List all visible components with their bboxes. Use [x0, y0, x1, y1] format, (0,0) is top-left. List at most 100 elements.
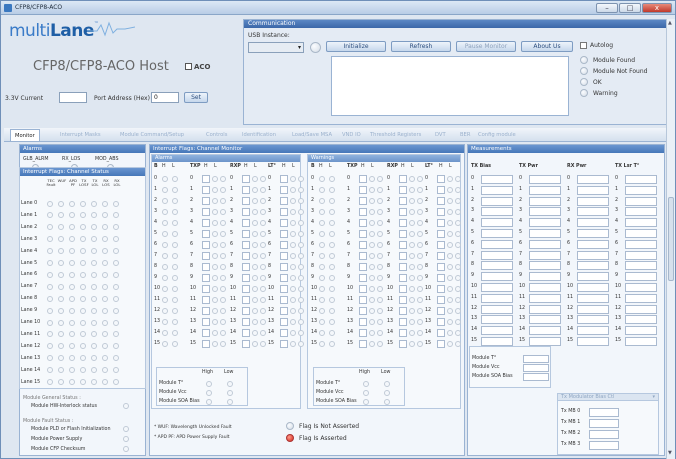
alarm-row-box: [202, 307, 210, 315]
scrollbar-thumb[interactable]: [668, 197, 674, 281]
measurement-value-field: [577, 261, 609, 271]
autolog-checkbox[interactable]: [580, 42, 587, 49]
alarm-led: [212, 308, 218, 314]
warning-row-label: 4: [387, 220, 391, 225]
alarm-led: [220, 319, 226, 325]
aco-checkbox[interactable]: [185, 63, 192, 70]
alarm-led: [162, 220, 168, 226]
close-button[interactable]: x: [642, 3, 672, 13]
channel-status-led: [47, 319, 53, 326]
warning-row-box: [437, 241, 445, 249]
alarm-row-box: [202, 230, 210, 238]
tab-ber[interactable]: BER: [460, 129, 470, 141]
alarm-led: [162, 198, 168, 204]
pause-monitor-button[interactable]: Pause Monitor: [456, 41, 516, 52]
alarm-led: [172, 220, 178, 226]
maximize-button[interactable]: □: [619, 3, 641, 13]
about-us-button[interactable]: About Us: [521, 41, 573, 52]
warning-led: [409, 297, 415, 303]
measurement-row-label: 6: [519, 240, 523, 246]
measurement-value-field: [481, 337, 513, 346]
chevron-down-icon: ▾: [652, 394, 655, 400]
alarm-row-label: 11: [154, 297, 161, 302]
alarm-led: [252, 308, 258, 314]
tab-monitor[interactable]: Monitor: [10, 129, 40, 141]
tab-load-save-msa[interactable]: Load/Save MSA: [292, 129, 332, 141]
warning-led: [369, 297, 375, 303]
tab-config-module[interactable]: Config module: [478, 129, 516, 141]
tab-identification[interactable]: Identification: [242, 129, 276, 141]
warning-row-label: 10: [387, 286, 394, 291]
warning-led: [329, 330, 335, 336]
tx-mb-field[interactable]: [589, 408, 619, 417]
tab-vnd-io[interactable]: VND IO: [342, 129, 361, 141]
channel-status-led: [69, 260, 75, 266]
alarm-led: [172, 341, 178, 347]
tx-mb-field[interactable]: [589, 430, 619, 439]
warning-led: [409, 198, 415, 204]
measurement-value-field: [577, 272, 609, 282]
measurement-value-field: [481, 261, 513, 271]
warning-row-label: 3: [387, 209, 391, 214]
alarm-led: [162, 209, 168, 215]
module-not-found-label: Module Not Found: [593, 68, 648, 75]
alarm-row-box: [280, 208, 288, 216]
warning-led: [377, 231, 383, 237]
alarm-led: [260, 187, 266, 193]
module-not-found-led: [580, 67, 588, 75]
tx-modulator-bias-select[interactable]: Tx Modulator Bias Ctl ▾: [558, 394, 658, 401]
refresh-button[interactable]: Refresh: [391, 41, 451, 52]
channel-status-led: [69, 200, 75, 207]
measurement-row-label: 8: [615, 262, 619, 268]
tab-controls[interactable]: Controls: [206, 129, 227, 141]
current-field[interactable]: [59, 92, 87, 103]
tx-mb-field[interactable]: [589, 419, 619, 428]
alarm-row-box: [202, 274, 210, 282]
scroll-up-icon[interactable]: ▲: [668, 20, 674, 26]
alarm-label: MOD_ABS: [95, 157, 119, 162]
tab-interrupt-masks[interactable]: Interrupt Masks: [60, 129, 101, 141]
alarm-led: [298, 275, 304, 281]
set-button[interactable]: Set: [184, 92, 208, 103]
warning-row-box: [437, 329, 445, 337]
scroll-down-icon[interactable]: ▼: [668, 450, 674, 456]
alarm-led: [298, 319, 304, 325]
port-address-field[interactable]: 0: [151, 92, 179, 103]
warning-led: [455, 330, 461, 336]
alarm-led: [290, 198, 296, 204]
measurement-value-field: [625, 315, 657, 325]
channel-monitor-header: Interrupt Flags: Channel Monitor: [150, 145, 464, 153]
warning-led: [329, 242, 335, 248]
channel-status-column-header: WUF: [57, 178, 67, 183]
warning-hl-label: H: [401, 164, 405, 169]
alarm-led: [290, 242, 296, 248]
warning-led: [377, 341, 383, 347]
alarm-row-label: 5: [268, 231, 272, 236]
warning-led: [329, 253, 335, 259]
channel-status-header: Interrupt Flags: Channel Status: [20, 168, 145, 176]
tab-dvt[interactable]: DVT: [435, 129, 446, 141]
alarm-led: [172, 330, 178, 336]
measurement-column-header: TX Lsr T°: [615, 164, 640, 169]
lane-label: Lane 15: [21, 379, 41, 385]
tx-mb-field[interactable]: [589, 441, 619, 450]
alarm-row-label: 5: [190, 231, 194, 236]
log-text-area[interactable]: [331, 56, 569, 116]
module-found-led: [580, 56, 588, 64]
measurement-row-label: 10: [471, 284, 478, 289]
measurement-row-label: 11: [519, 294, 526, 300]
alarm-row-box: [202, 175, 210, 183]
warning-led: [377, 264, 383, 270]
minimize-button[interactable]: –: [596, 3, 618, 13]
tab-threshold-registers[interactable]: Threshold Registers: [370, 129, 421, 141]
alarm-row-box: [202, 252, 210, 260]
initialize-button[interactable]: Initialize: [326, 41, 386, 52]
usb-instance-select[interactable]: ▾: [248, 42, 304, 53]
tab-module-command-setup[interactable]: Module Command/Setup: [120, 129, 184, 141]
alarm-group-label: LT°: [268, 164, 276, 169]
vertical-scrollbar[interactable]: ▲ ▼: [666, 19, 675, 459]
warning-row-label: 3: [347, 209, 351, 214]
alarm-row-box: [242, 186, 250, 194]
measurement-row-label: 2: [519, 197, 523, 203]
alarm-row-label: 4: [268, 220, 272, 225]
